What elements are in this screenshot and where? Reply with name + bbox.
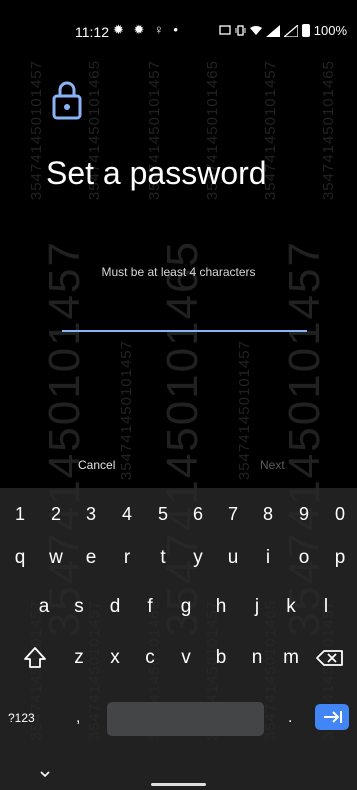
key-5[interactable]: 5 bbox=[148, 496, 178, 532]
key-v[interactable]: v bbox=[171, 640, 201, 676]
key-q[interactable]: q bbox=[5, 540, 35, 576]
key-h[interactable]: h bbox=[206, 589, 236, 625]
signal-icon bbox=[265, 24, 280, 37]
status-time: 11:12 bbox=[75, 24, 109, 40]
wifi-icon bbox=[249, 26, 262, 35]
key-2[interactable]: 2 bbox=[41, 496, 71, 532]
number-row: 1 2 3 4 5 6 7 8 9 0 bbox=[0, 496, 357, 536]
notification-icons: ✹ ✹ ♀ • bbox=[113, 22, 181, 37]
key-d[interactable]: d bbox=[100, 589, 130, 625]
key-e[interactable]: e bbox=[76, 540, 106, 576]
key-9[interactable]: 9 bbox=[289, 496, 319, 532]
gesture-nav-bar[interactable] bbox=[151, 783, 206, 786]
letter-row-1: q w e r t y u i o p bbox=[0, 540, 357, 580]
battery-icon bbox=[301, 24, 310, 37]
key-4[interactable]: 4 bbox=[112, 496, 142, 532]
status-right: 100% bbox=[219, 23, 347, 38]
keyboard: 1 2 3 4 5 6 7 8 9 0 q w e r t y u i o p … bbox=[0, 488, 357, 790]
key-y[interactable]: y bbox=[183, 540, 213, 576]
key-a[interactable]: a bbox=[29, 589, 59, 625]
vibrate-icon bbox=[235, 25, 246, 36]
period-key[interactable]: . bbox=[288, 700, 292, 736]
cancel-button[interactable]: Cancel bbox=[78, 458, 115, 472]
lock-icon bbox=[52, 81, 82, 120]
watermark-imei: 354741450101457 bbox=[28, 60, 45, 201]
screencast-icon bbox=[219, 25, 231, 35]
backspace-icon[interactable] bbox=[313, 640, 347, 676]
key-0[interactable]: 0 bbox=[325, 496, 355, 532]
key-3[interactable]: 3 bbox=[76, 496, 106, 532]
shift-icon[interactable] bbox=[18, 640, 52, 676]
key-8[interactable]: 8 bbox=[253, 496, 283, 532]
symbols-key[interactable]: ?123 bbox=[8, 700, 35, 736]
key-i[interactable]: i bbox=[253, 540, 283, 576]
key-t[interactable]: t bbox=[148, 540, 178, 576]
page-title: Set a password bbox=[46, 155, 267, 191]
key-j[interactable]: j bbox=[242, 589, 272, 625]
key-c[interactable]: c bbox=[135, 640, 165, 676]
password-field[interactable] bbox=[62, 300, 307, 332]
key-r[interactable]: r bbox=[112, 540, 142, 576]
key-b[interactable]: b bbox=[206, 640, 236, 676]
battery-percent: 100% bbox=[313, 23, 347, 38]
letter-row-3: z x c v b n m bbox=[0, 640, 357, 680]
bottom-row: ?123 , . bbox=[0, 700, 357, 740]
key-6[interactable]: 6 bbox=[183, 496, 213, 532]
key-7[interactable]: 7 bbox=[218, 496, 248, 532]
key-z[interactable]: z bbox=[64, 640, 94, 676]
space-key[interactable] bbox=[107, 702, 264, 736]
key-f[interactable]: f bbox=[135, 589, 165, 625]
key-w[interactable]: w bbox=[41, 540, 71, 576]
key-l[interactable]: l bbox=[311, 589, 341, 625]
watermark-imei: 354741450101465 bbox=[320, 60, 337, 201]
signal-icon bbox=[283, 24, 298, 37]
status-bar: 11:12 ✹ ✹ ♀ • 100% bbox=[0, 0, 357, 62]
action-bar: Cancel Next bbox=[0, 458, 357, 478]
key-u[interactable]: u bbox=[218, 540, 248, 576]
letter-row-2: a s d f g h j k l bbox=[0, 589, 357, 629]
key-m[interactable]: m bbox=[276, 640, 306, 676]
key-p[interactable]: p bbox=[325, 540, 355, 576]
key-k[interactable]: k bbox=[276, 589, 306, 625]
key-g[interactable]: g bbox=[171, 589, 201, 625]
next-button[interactable]: Next bbox=[260, 458, 285, 472]
key-o[interactable]: o bbox=[289, 540, 319, 576]
key-n[interactable]: n bbox=[242, 640, 272, 676]
key-x[interactable]: x bbox=[100, 640, 130, 676]
password-hint: Must be at least 4 characters bbox=[101, 265, 256, 279]
key-s[interactable]: s bbox=[64, 589, 94, 625]
comma-key[interactable]: , bbox=[76, 700, 80, 736]
chevron-down-icon[interactable] bbox=[38, 770, 52, 780]
key-1[interactable]: 1 bbox=[5, 496, 35, 532]
enter-icon[interactable] bbox=[315, 704, 349, 730]
